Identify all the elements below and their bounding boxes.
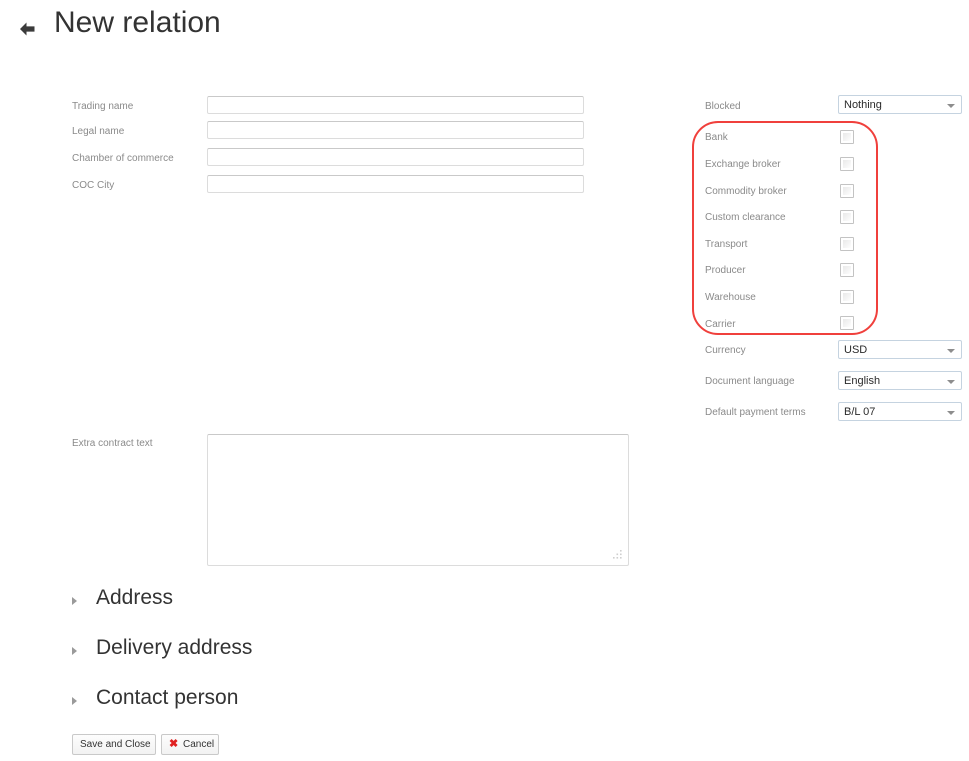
document-language-select-value: English bbox=[844, 375, 881, 387]
coc-city-input[interactable] bbox=[207, 175, 584, 193]
save-and-close-label: Save and Close bbox=[80, 739, 151, 750]
page-title: New relation bbox=[54, 6, 221, 39]
chevron-right-icon bbox=[72, 697, 77, 705]
blocked-label: Blocked bbox=[705, 101, 741, 112]
document-language-select[interactable]: English bbox=[838, 371, 962, 390]
extra-contract-text-label: Extra contract text bbox=[72, 438, 153, 449]
chevron-down-icon bbox=[947, 104, 955, 108]
default-payment-terms-select[interactable]: B/L 07 bbox=[838, 402, 962, 421]
producer-checkbox[interactable] bbox=[840, 263, 854, 277]
chamber-of-commerce-input[interactable] bbox=[207, 148, 584, 166]
transport-checkbox[interactable] bbox=[840, 237, 854, 251]
producer-label: Producer bbox=[705, 265, 746, 276]
exchange-broker-label: Exchange broker bbox=[705, 159, 781, 170]
bank-label: Bank bbox=[705, 132, 728, 143]
chevron-down-icon bbox=[947, 380, 955, 384]
blocked-select[interactable]: Nothing bbox=[838, 95, 962, 114]
close-x-icon: ✖ bbox=[169, 738, 179, 750]
exchange-broker-checkbox[interactable] bbox=[840, 157, 854, 171]
legal-name-label: Legal name bbox=[72, 126, 125, 137]
coc-city-label: COC City bbox=[72, 180, 115, 191]
back-arrow-icon[interactable] bbox=[12, 14, 42, 44]
warehouse-label: Warehouse bbox=[705, 292, 756, 303]
currency-label: Currency bbox=[705, 345, 746, 356]
carrier-checkbox[interactable] bbox=[840, 316, 854, 330]
currency-select-value: USD bbox=[844, 344, 868, 356]
custom-clearance-label: Custom clearance bbox=[705, 212, 786, 223]
carrier-label: Carrier bbox=[705, 319, 736, 330]
chevron-right-icon bbox=[72, 597, 77, 605]
section-address-label: Address bbox=[96, 586, 174, 609]
section-contact-person-label: Contact person bbox=[96, 686, 239, 709]
page-header: New relation bbox=[0, 0, 969, 66]
section-delivery-address-label: Delivery address bbox=[96, 636, 253, 659]
bank-checkbox[interactable] bbox=[840, 130, 854, 144]
default-payment-terms-select-value: B/L 07 bbox=[844, 406, 876, 418]
transport-label: Transport bbox=[705, 239, 748, 250]
custom-clearance-checkbox[interactable] bbox=[840, 210, 854, 224]
extra-contract-text-input[interactable] bbox=[207, 434, 629, 566]
trading-name-input[interactable] bbox=[207, 96, 584, 114]
trading-name-label: Trading name bbox=[72, 101, 134, 112]
chevron-down-icon bbox=[947, 411, 955, 415]
chevron-right-icon bbox=[72, 647, 77, 655]
chamber-of-commerce-label: Chamber of commerce bbox=[72, 153, 174, 164]
default-payment-terms-label: Default payment terms bbox=[705, 407, 806, 418]
blocked-select-value: Nothing bbox=[844, 99, 882, 111]
chevron-down-icon bbox=[947, 349, 955, 353]
cancel-label: Cancel bbox=[183, 739, 215, 750]
commodity-broker-checkbox[interactable] bbox=[840, 184, 854, 198]
document-language-label: Document language bbox=[705, 376, 795, 387]
legal-name-input[interactable] bbox=[207, 121, 584, 139]
commodity-broker-label: Commodity broker bbox=[705, 186, 787, 197]
warehouse-checkbox[interactable] bbox=[840, 290, 854, 304]
currency-select[interactable]: USD bbox=[838, 340, 962, 359]
save-and-close-button[interactable]: Save and Close bbox=[72, 734, 156, 755]
cancel-button[interactable]: ✖ Cancel bbox=[161, 734, 219, 755]
